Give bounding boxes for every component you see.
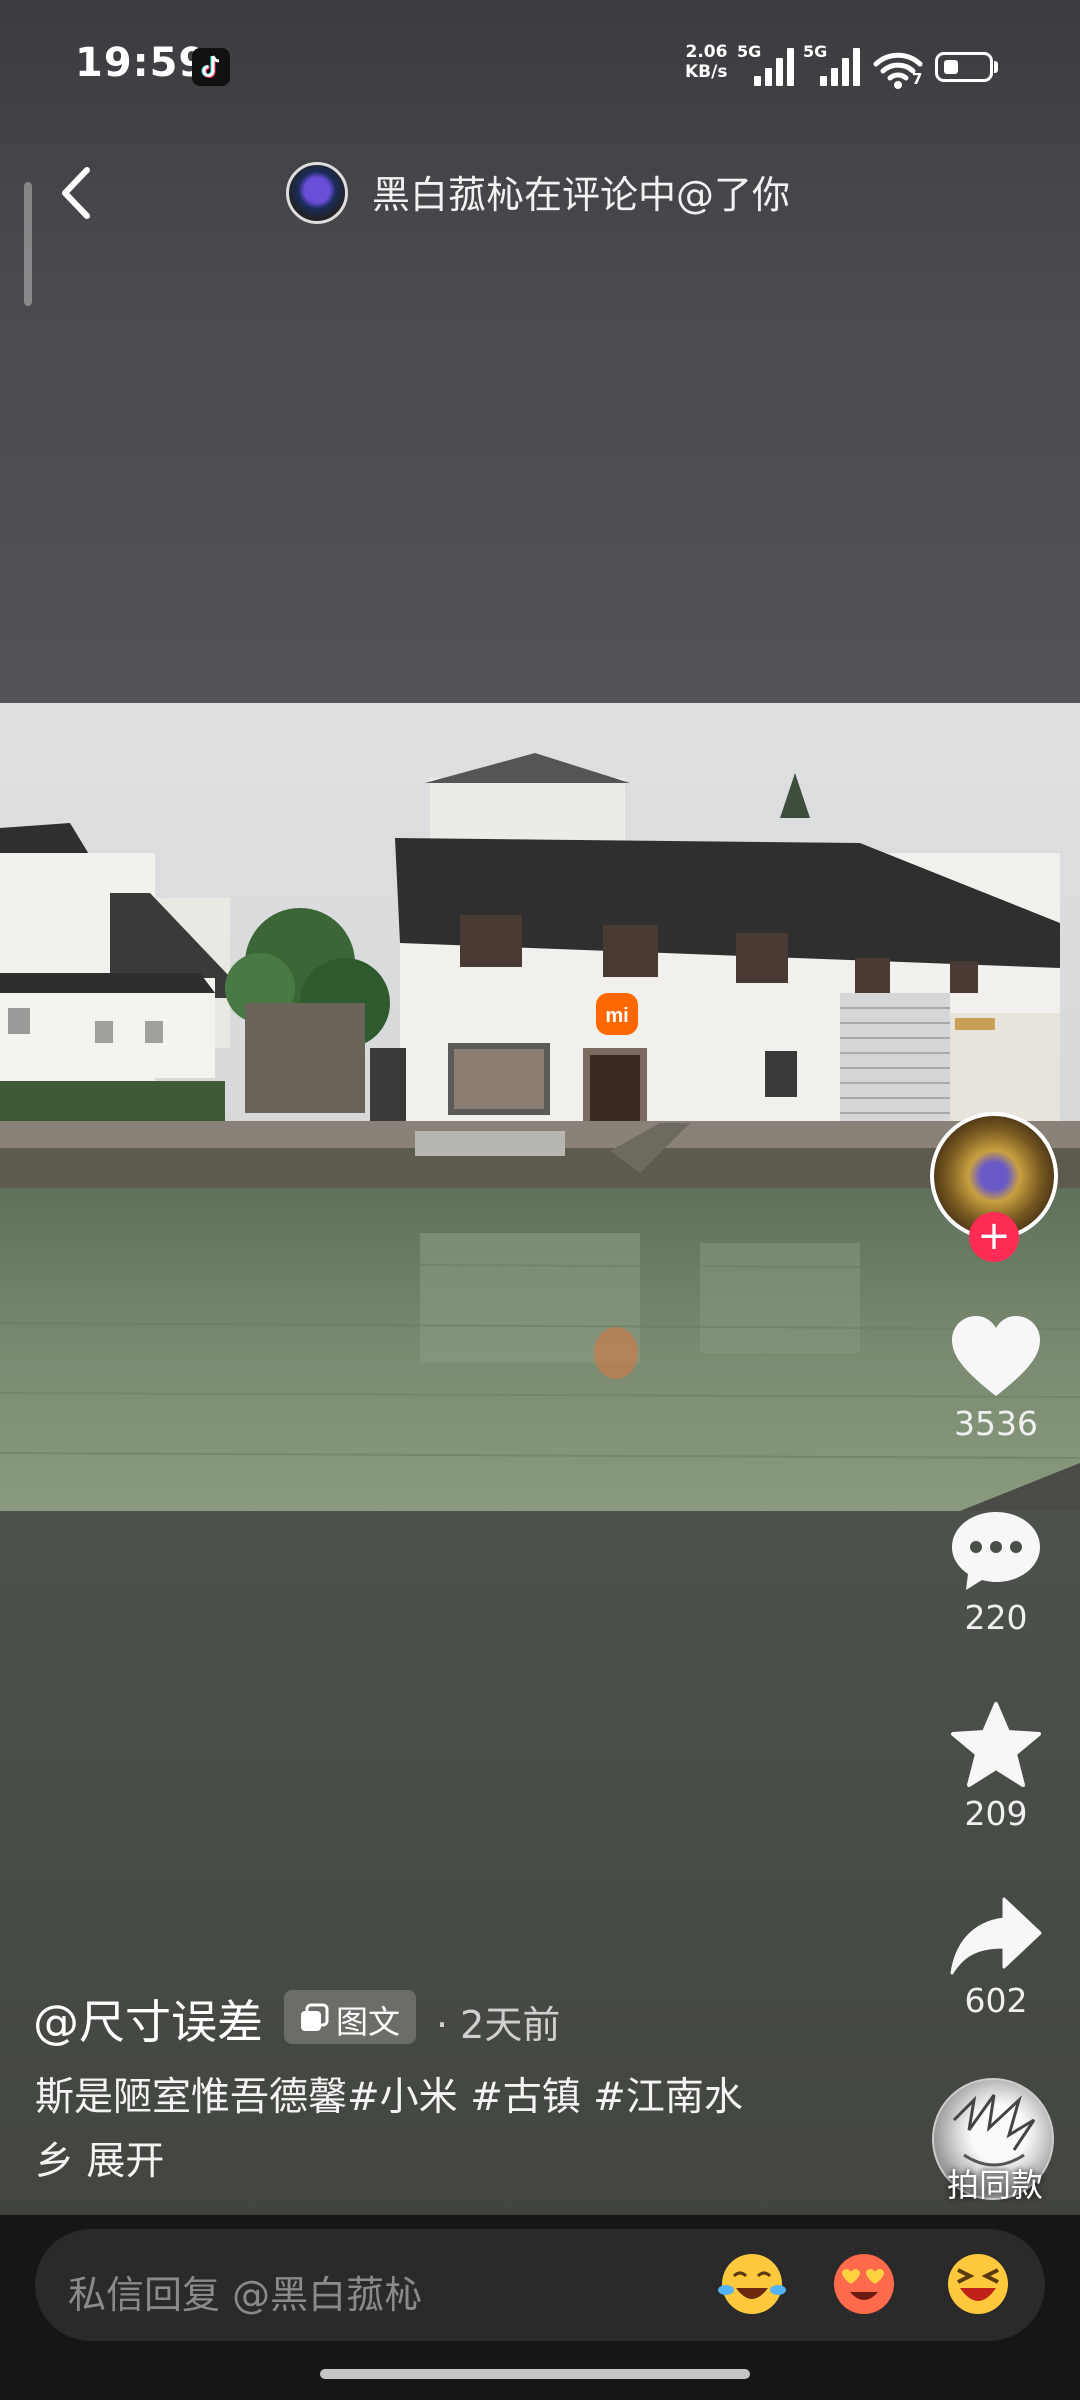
battery-tip (994, 61, 998, 73)
gesture-bar[interactable] (320, 2369, 750, 2379)
riverside-village-image: mi (0, 703, 1080, 1511)
status-bar: 19:59 2.06 KB/s 5G 5G 7 (0, 0, 1080, 140)
laughing-crying-emoji[interactable] (718, 2250, 786, 2318)
comment-icon (952, 1512, 1040, 1590)
post-type-label: 图文 (336, 2003, 401, 2041)
share-button[interactable]: 602 (931, 1895, 1061, 2020)
caption-expand[interactable]: 乡 展开 (35, 2130, 164, 2186)
caption-text[interactable]: 斯是陋室惟吾德馨#小米 #古镇 #江南水 (35, 2066, 743, 2122)
heart-icon (952, 1316, 1040, 1396)
chevron-left-icon (62, 167, 90, 219)
comment-button[interactable]: 220 (931, 1508, 1061, 1637)
network-speed: 2.06 KB/s (685, 42, 727, 82)
heart-eyes-emoji[interactable] (830, 2250, 898, 2318)
wifi-badge: 7 (912, 70, 923, 88)
battery-level (944, 60, 958, 74)
same-style-label[interactable]: 拍同款 (920, 2160, 1070, 2206)
network-speed-unit: KB/s (685, 62, 728, 82)
grinning-squint-emoji[interactable] (944, 2250, 1012, 2318)
mi-logo-text: mi (605, 1005, 628, 1027)
like-count: 3536 (954, 1404, 1038, 1443)
notification-avatar[interactable] (286, 162, 348, 224)
author-name[interactable]: @尺寸误差 (33, 1986, 263, 2052)
clock: 19:59 (75, 40, 208, 86)
post-photo[interactable]: mi (0, 703, 1080, 1511)
comment-count: 220 (964, 1598, 1028, 1637)
back-button[interactable] (55, 162, 105, 224)
signal-icon (820, 48, 864, 86)
network-speed-value: 2.06 (685, 42, 728, 62)
signal-icon (754, 48, 798, 86)
reply-placeholder[interactable]: 私信回复 @黑白菰杺 (68, 2264, 422, 2319)
like-button[interactable]: 3536 (931, 1312, 1061, 1443)
star-icon (951, 1702, 1041, 1787)
share-count: 602 (964, 1981, 1028, 2020)
follow-button[interactable]: + (969, 1212, 1019, 1262)
favorite-count: 209 (964, 1794, 1028, 1833)
tiktok-icon (192, 48, 230, 86)
post-time: · 2天前 (436, 2003, 561, 2047)
post-type-badge: 图文 (284, 1990, 416, 2044)
image-post-icon (301, 2003, 329, 2031)
favorite-button[interactable]: 209 (931, 1700, 1061, 1833)
battery-icon (935, 52, 993, 82)
scroll-indicator (24, 182, 32, 306)
mention-notification[interactable]: 黑白菰杺在评论中@了你 (372, 164, 790, 219)
share-arrow-icon (950, 1897, 1042, 1975)
